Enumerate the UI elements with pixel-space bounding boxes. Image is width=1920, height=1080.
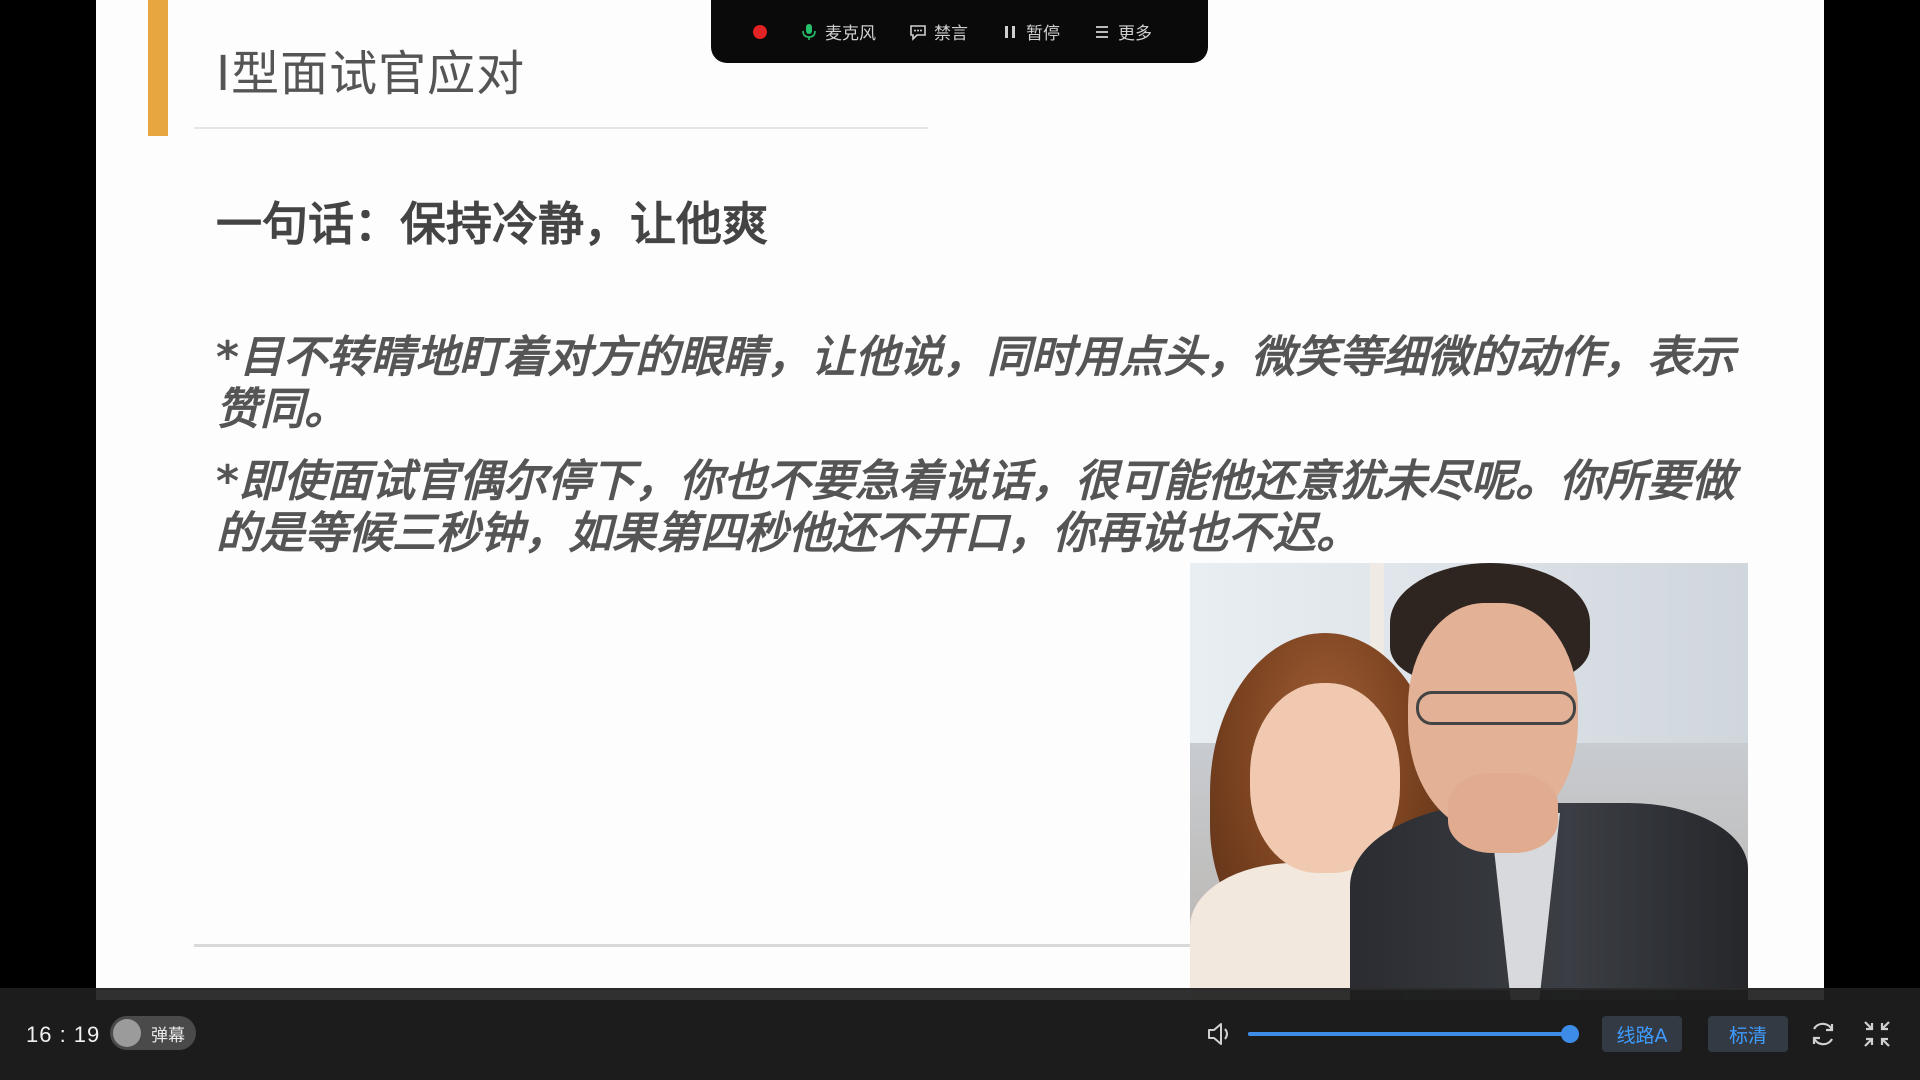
slide-title: I型面试官应对 (216, 46, 526, 102)
mute-chat-button[interactable]: 禁言 (908, 19, 968, 44)
video-player: I型面试官应对 一句话：保持冷静，让他爽 *目不转睛地盯着对方的眼睛，让他说，同… (0, 0, 1920, 1080)
line-select-button[interactable]: 线路A (1602, 1016, 1682, 1052)
photo-man-glasses (1416, 691, 1576, 725)
danmaku-toggle[interactable]: 弹幕 (110, 1016, 196, 1050)
toggle-knob (113, 1019, 141, 1047)
microphone-icon (802, 23, 816, 40)
microphone-label: 麦克风 (825, 24, 876, 44)
pause-label: 暂停 (1026, 24, 1060, 44)
control-bar-edge (96, 988, 1824, 990)
volume-slider-handle[interactable] (1561, 1025, 1579, 1043)
mute-chat-label: 禁言 (934, 24, 968, 44)
slide: I型面试官应对 一句话：保持冷静，让他爽 *目不转睛地盯着对方的眼睛，让他说，同… (96, 0, 1824, 1000)
recording-toolbar: 麦克风 禁言 暂停 更多 (711, 0, 1208, 63)
slide-lead: 一句话：保持冷静，让他爽 (216, 197, 768, 251)
volume-fill (1248, 1032, 1570, 1036)
pause-button[interactable]: 暂停 (1000, 19, 1060, 44)
playback-time: 16 : 19 (26, 1022, 101, 1047)
pause-icon (1005, 25, 1015, 38)
refresh-icon[interactable] (1807, 1018, 1839, 1050)
slide-bullet: *即使面试官偶尔停下，你也不要急着说话，很可能他还意犹未尽呢。你所要做的是等候三… (216, 456, 1736, 559)
more-label: 更多 (1118, 24, 1152, 44)
chat-bubble-icon (910, 24, 926, 41)
menu-icon (1096, 25, 1108, 38)
slide-bullet: *目不转睛地盯着对方的眼睛，让他说，同时用点头，微笑等细微的动作，表示赞同。 (216, 332, 1736, 435)
more-button[interactable]: 更多 (1092, 19, 1152, 44)
danmaku-label: 弹幕 (151, 1025, 185, 1046)
volume-icon[interactable] (1204, 1018, 1236, 1050)
volume-slider[interactable] (1248, 1032, 1570, 1036)
title-divider (194, 127, 928, 129)
bottom-divider (194, 944, 1288, 947)
interview-photo (1190, 563, 1748, 1000)
slide-accent-bar (148, 0, 168, 136)
recording-indicator-icon (753, 24, 767, 39)
exit-fullscreen-icon[interactable] (1861, 1018, 1893, 1050)
microphone-button[interactable]: 麦克风 (799, 19, 876, 44)
photo-man-hand (1448, 773, 1558, 853)
quality-select-button[interactable]: 标清 (1708, 1016, 1788, 1052)
